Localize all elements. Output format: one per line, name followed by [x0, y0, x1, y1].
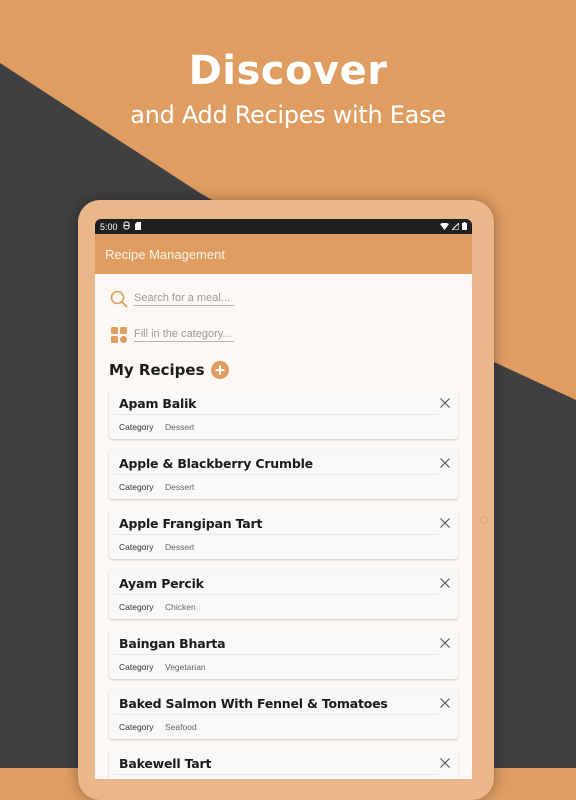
main-content: My Recipes Apam Balik Category Dessert A…: [95, 288, 472, 779]
category-value: Chicken: [165, 602, 196, 612]
category-value: Dessert: [165, 542, 195, 552]
category-label: Category: [119, 422, 154, 432]
search-field: [109, 288, 458, 310]
recipe-card[interactable]: Apple Frangipan Tart Category Dessert: [109, 509, 458, 559]
card-divider: [114, 474, 438, 475]
my-recipes-header: My Recipes: [109, 361, 458, 379]
category-value: Dessert: [165, 422, 195, 432]
section-title: My Recipes: [109, 361, 205, 379]
recipe-card[interactable]: Bakewell Tart Category: [109, 749, 458, 779]
category-label: Category: [119, 482, 154, 492]
delete-recipe-button[interactable]: [438, 516, 452, 530]
delete-recipe-button[interactable]: [438, 696, 452, 710]
tablet-device-frame: 5:00 Recipe Management Search for a meal…: [78, 200, 494, 800]
recipe-card[interactable]: Apple & Blackberry Crumble Category Dess…: [109, 449, 458, 499]
category-label: Category: [119, 542, 154, 552]
card-divider: [114, 714, 438, 715]
notification-icon: [123, 221, 130, 232]
recipe-list: Apam Balik Category Dessert Apple & Blac…: [109, 389, 458, 779]
wifi-icon: [440, 222, 449, 232]
recipe-name: Baingan Bharta: [119, 636, 226, 651]
category-grid-icon: [109, 325, 129, 345]
close-icon: [440, 638, 450, 648]
app-bar: Recipe Management: [95, 234, 472, 274]
plus-icon: [215, 365, 225, 375]
card-divider: [114, 654, 438, 655]
delete-recipe-button[interactable]: [438, 456, 452, 470]
category-label: Category: [119, 722, 154, 732]
status-bar: 5:00: [95, 219, 472, 234]
recipe-name: Apple & Blackberry Crumble: [119, 456, 313, 471]
search-input[interactable]: [134, 292, 234, 306]
recipe-card[interactable]: Baingan Bharta Category Vegetarian: [109, 629, 458, 679]
search-icon: [109, 289, 129, 309]
category-value: Vegetarian: [165, 662, 206, 672]
close-icon: [440, 458, 450, 468]
close-icon: [440, 758, 450, 768]
recipe-name: Bakewell Tart: [119, 756, 212, 771]
category-value: Dessert: [165, 482, 195, 492]
recipe-name: Baked Salmon With Fennel & Tomatoes: [119, 696, 388, 711]
hero-subtitle: and Add Recipes with Ease: [130, 101, 446, 129]
recipe-card[interactable]: Ayam Percik Category Chicken: [109, 569, 458, 619]
category-value: Seafood: [165, 722, 197, 732]
sd-card-icon: [134, 221, 141, 232]
card-divider: [114, 534, 438, 535]
card-divider: [114, 594, 438, 595]
recipe-name: Ayam Percik: [119, 576, 204, 591]
status-time: 5:00: [100, 221, 118, 232]
category-label: Category: [119, 662, 154, 672]
close-icon: [440, 518, 450, 528]
app-title: Recipe Management: [105, 246, 225, 262]
add-recipe-button[interactable]: [210, 361, 229, 379]
recipe-name: Apple Frangipan Tart: [119, 516, 263, 531]
signal-icon: [450, 221, 460, 232]
card-divider: [114, 774, 438, 775]
close-icon: [440, 578, 450, 588]
recipe-card[interactable]: Baked Salmon With Fennel & Tomatoes Cate…: [109, 689, 458, 739]
close-icon: [440, 398, 450, 408]
delete-recipe-button[interactable]: [438, 396, 452, 410]
battery-icon: [462, 221, 467, 232]
card-divider: [114, 414, 438, 415]
device-side-button: [480, 516, 488, 524]
app-screen: 5:00 Recipe Management Search for a meal…: [95, 219, 472, 779]
close-icon: [440, 698, 450, 708]
recipe-name: Apam Balik: [119, 396, 197, 411]
category-input[interactable]: [134, 328, 234, 342]
delete-recipe-button[interactable]: [438, 636, 452, 650]
hero-title: Discover: [188, 48, 388, 94]
category-field: [109, 324, 458, 346]
recipe-card[interactable]: Apam Balik Category Dessert: [109, 389, 458, 439]
category-label: Category: [119, 602, 154, 612]
delete-recipe-button[interactable]: [438, 576, 452, 590]
